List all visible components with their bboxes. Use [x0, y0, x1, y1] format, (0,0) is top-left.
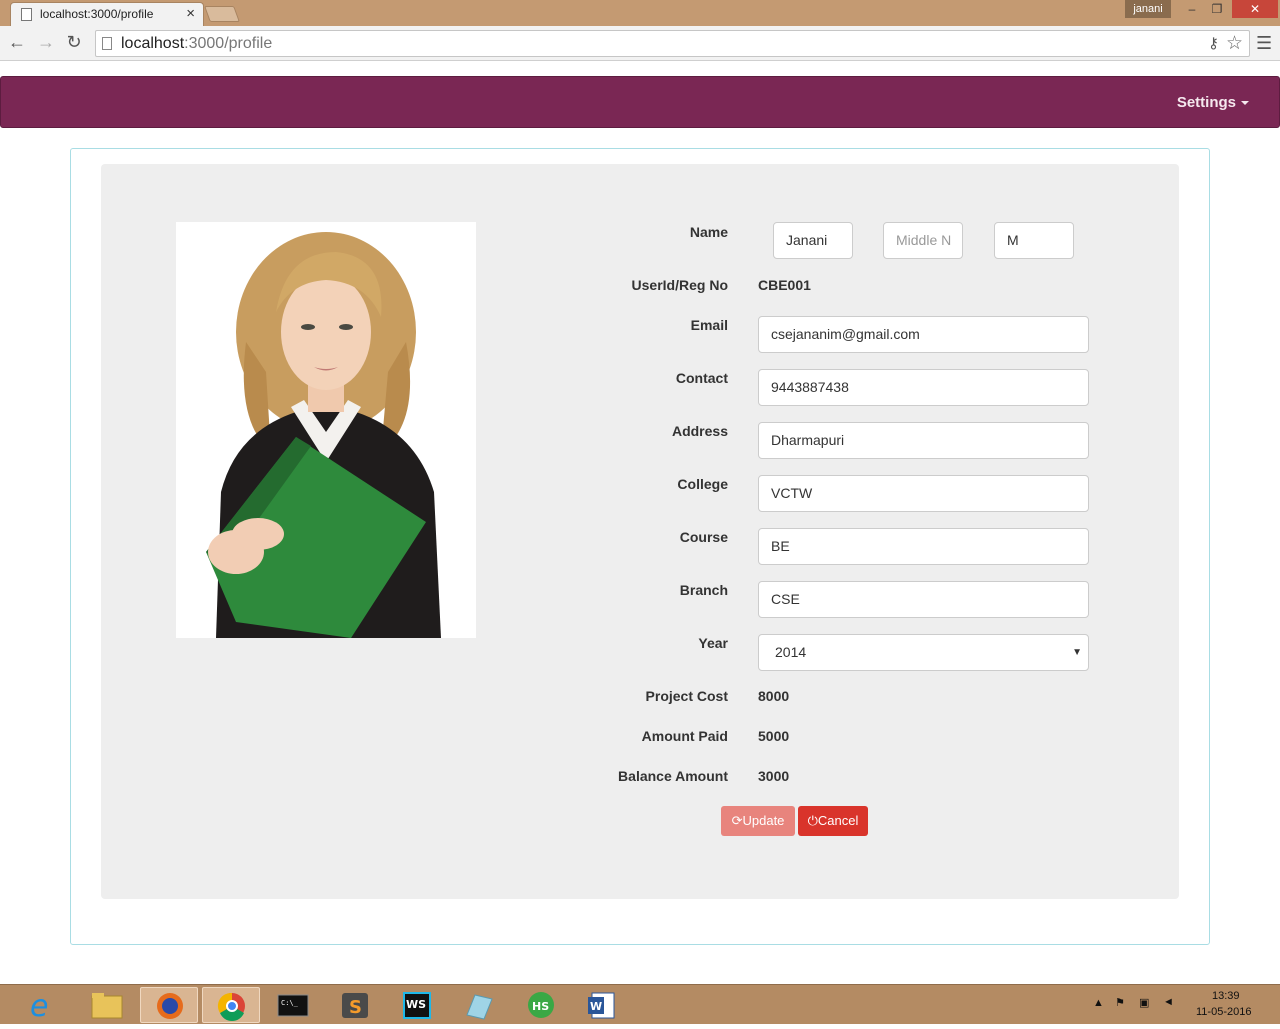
- volume-icon[interactable]: ◄: [1163, 996, 1174, 1008]
- page-icon: [21, 8, 32, 21]
- settings-dropdown[interactable]: Settings: [1177, 94, 1249, 111]
- label-name: Name: [689, 224, 728, 240]
- middle-name-input[interactable]: Middle N: [883, 222, 963, 259]
- caret-down-icon: [1241, 101, 1249, 106]
- cancel-button[interactable]: ⏻Cancel: [798, 806, 868, 836]
- network-icon[interactable]: ▣: [1139, 996, 1149, 1009]
- show-hidden-icons-icon[interactable]: ▲: [1093, 997, 1104, 1009]
- hs-app-icon[interactable]: HS: [512, 987, 570, 1023]
- browser-toolbar: ← → ↻ localhost:3000/profile ⚷ ☆ ☰: [0, 26, 1280, 61]
- label-contact: Contact: [675, 370, 728, 386]
- label-branch: Branch: [679, 582, 728, 598]
- chrome-icon[interactable]: [202, 987, 260, 1023]
- minimize-icon[interactable]: ‒: [1182, 0, 1202, 18]
- settings-label: Settings: [1176, 94, 1236, 111]
- windows-taskbar: e C:\_ S WS HS W ▲ ⚑ ▣ ◄ 13:39 11-05-201…: [0, 984, 1280, 1024]
- refresh-icon: ⟳: [731, 813, 743, 828]
- label-course: Course: [679, 529, 728, 545]
- new-tab-button[interactable]: [204, 6, 240, 22]
- svg-text:S: S: [349, 997, 362, 1018]
- label-year: Year: [698, 635, 728, 651]
- close-tab-icon[interactable]: ×: [186, 5, 195, 22]
- clock-date[interactable]: 11-05-2016: [1196, 1006, 1251, 1018]
- power-icon: ⏻: [807, 813, 818, 828]
- svg-text:C:\_: C:\_: [281, 999, 299, 1007]
- reload-icon[interactable]: ↻: [63, 31, 85, 53]
- amount-paid-value: 5000: [758, 728, 790, 744]
- forward-arrow-icon[interactable]: →: [35, 31, 57, 53]
- contact-field[interactable]: 9443887438: [758, 369, 1089, 406]
- userid-value: CBE001: [758, 277, 811, 293]
- url-text: localhost:3000/profile: [121, 35, 273, 52]
- restore-icon[interactable]: ❐: [1207, 0, 1227, 18]
- address-field[interactable]: Dharmapuri: [758, 422, 1089, 459]
- project-cost-value: 8000: [758, 688, 790, 704]
- tab-title: localhost:3000/profile: [40, 7, 154, 21]
- action-center-icon[interactable]: ⚑: [1115, 996, 1125, 1009]
- svg-text:WS: WS: [406, 998, 426, 1011]
- svg-text:HS: HS: [532, 1000, 549, 1013]
- college-field[interactable]: VCTW: [758, 475, 1089, 512]
- svg-text:e: e: [30, 989, 48, 1023]
- cancel-label: Cancel: [817, 813, 859, 828]
- ie-icon[interactable]: e: [16, 987, 74, 1024]
- svg-text:W: W: [590, 1000, 602, 1013]
- label-balance-amount: Balance Amount: [618, 768, 728, 784]
- profile-user-badge[interactable]: janani: [1125, 0, 1171, 18]
- last-name-input[interactable]: M: [994, 222, 1074, 259]
- course-field[interactable]: BE: [758, 528, 1089, 565]
- label-email: Email: [690, 317, 728, 333]
- label-amount-paid: Amount Paid: [641, 728, 728, 744]
- branch-field[interactable]: CSE: [758, 581, 1089, 618]
- browser-menu-icon[interactable]: ☰: [1256, 33, 1272, 54]
- first-name-input[interactable]: Janani: [773, 222, 853, 259]
- label-project-cost: Project Cost: [645, 688, 728, 704]
- file-explorer-icon[interactable]: [78, 987, 136, 1023]
- app-navbar: Settings: [0, 76, 1280, 128]
- label-userid: UserId/Reg No: [631, 277, 728, 293]
- notes-app-icon[interactable]: [450, 987, 508, 1023]
- dropdown-arrow-icon: ▼: [1072, 647, 1082, 658]
- bookmark-star-icon[interactable]: ☆: [1226, 32, 1243, 55]
- label-address: Address: [671, 423, 728, 439]
- browser-titlebar: localhost:3000/profile × janani ‒ ❐ ✕: [0, 0, 1280, 26]
- firefox-icon[interactable]: [140, 987, 198, 1023]
- update-label: Update: [742, 813, 785, 828]
- update-button[interactable]: ⟳Update: [721, 806, 795, 836]
- clock-time[interactable]: 13:39: [1212, 990, 1240, 1002]
- page-icon: [102, 37, 112, 50]
- key-icon[interactable]: ⚷: [1208, 34, 1219, 52]
- command-prompt-icon[interactable]: C:\_: [264, 987, 322, 1023]
- profile-photo: [176, 222, 476, 638]
- word-icon[interactable]: W: [574, 987, 632, 1023]
- back-arrow-icon[interactable]: ←: [6, 31, 28, 53]
- address-bar[interactable]: localhost:3000/profile ⚷ ☆: [95, 30, 1250, 57]
- label-college: College: [677, 476, 728, 492]
- year-select[interactable]: 2014 ▼: [758, 634, 1089, 671]
- browser-tab[interactable]: localhost:3000/profile ×: [10, 2, 204, 26]
- email-field[interactable]: csejananim@gmail.com: [758, 316, 1089, 353]
- sublime-text-icon[interactable]: S: [326, 987, 384, 1023]
- webstorm-icon[interactable]: WS: [388, 987, 446, 1023]
- close-window-icon[interactable]: ✕: [1232, 0, 1278, 18]
- year-selected-value: 2014: [775, 644, 807, 660]
- balance-amount-value: 3000: [758, 768, 790, 784]
